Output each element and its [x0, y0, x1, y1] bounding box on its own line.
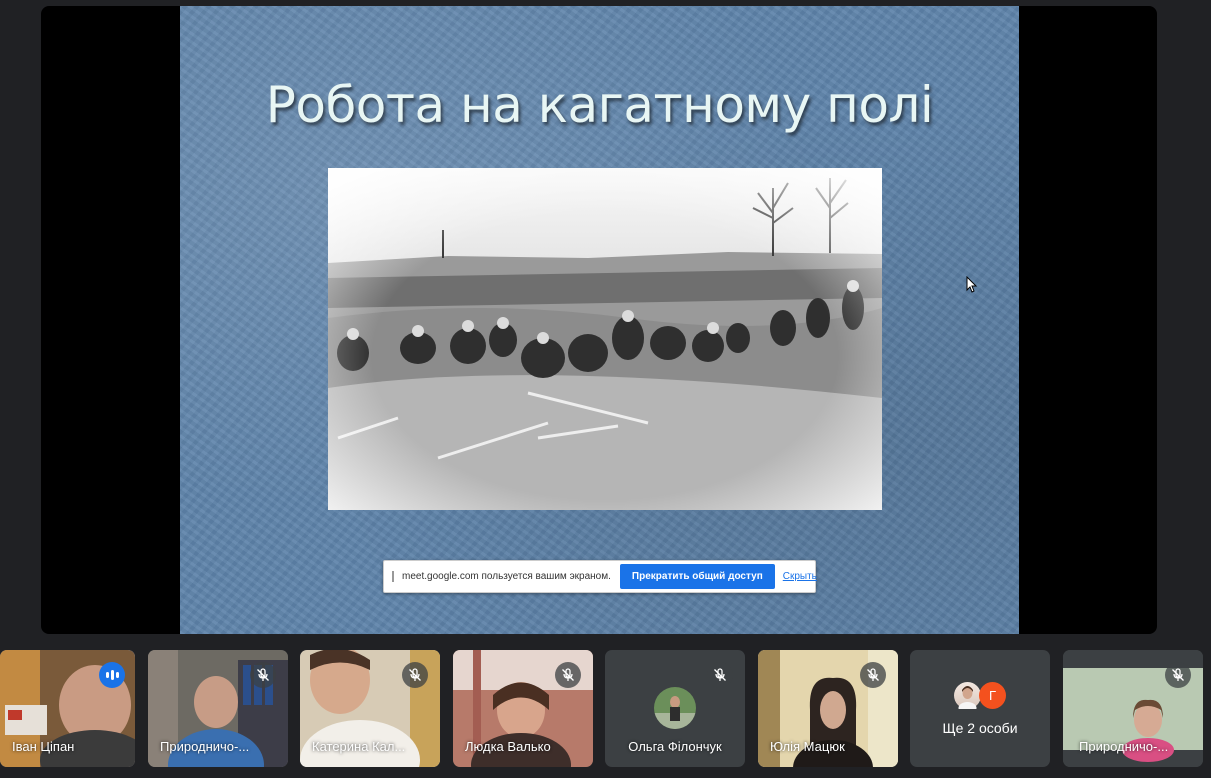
avatar: [654, 687, 696, 729]
stop-sharing-button[interactable]: Прекратить общий доступ: [619, 564, 775, 589]
more-people-label: Ще 2 особи: [942, 720, 1018, 736]
slide-title: Робота на кагатному полі: [265, 76, 934, 134]
participant-tile-1[interactable]: Іван Ціпан: [0, 650, 135, 767]
mic-muted-icon: [1165, 662, 1191, 688]
participant-tile-5[interactable]: Ольга Філончук: [605, 650, 745, 767]
mic-muted-icon: [555, 662, 581, 688]
participant-tile-7[interactable]: Природничо-...: [1063, 650, 1203, 767]
letter-avatar: Г: [979, 682, 1006, 709]
share-notice-text: meet.google.com пользуется вашим экраном…: [402, 571, 611, 582]
mic-muted-icon: [860, 662, 886, 688]
hide-notice-link[interactable]: Скрыть: [783, 571, 817, 582]
mic-muted-icon: [250, 662, 276, 688]
mic-muted-icon: [707, 662, 733, 688]
participant-name: Людка Валько: [465, 739, 551, 754]
slide-photo: [328, 168, 882, 510]
avatar: [954, 682, 981, 709]
mouse-cursor-icon: [966, 276, 978, 293]
participant-tile-6[interactable]: Юлія Мацюк: [758, 650, 898, 767]
more-avatars: Г: [910, 682, 1050, 709]
participant-name: Юлія Мацюк: [770, 739, 845, 754]
speaking-indicator-icon: [99, 662, 125, 688]
participant-tile-2[interactable]: Природничо-...: [148, 650, 288, 767]
screen-share-notification: meet.google.com пользуется вашим экраном…: [383, 560, 817, 593]
participant-name: Ольга Філончук: [628, 739, 722, 754]
presentation-stage: Робота на кагатному полі meet.google.com…: [41, 6, 1157, 634]
presentation-slide: Робота на кагатному полі meet.google.com…: [180, 6, 1019, 634]
participant-tile-4[interactable]: Людка Валько: [453, 650, 593, 767]
participant-tile-3[interactable]: Катерина Кал...: [300, 650, 440, 767]
mic-muted-icon: [402, 662, 428, 688]
participant-name: Катерина Кал...: [312, 739, 406, 754]
drag-handle-icon[interactable]: [392, 571, 394, 582]
participant-name: Природничо-...: [1079, 739, 1169, 754]
more-participants-tile[interactable]: Г Ще 2 особи: [910, 650, 1050, 767]
participant-name: Природничо-...: [160, 739, 250, 754]
participant-name: Іван Ціпан: [12, 739, 75, 754]
